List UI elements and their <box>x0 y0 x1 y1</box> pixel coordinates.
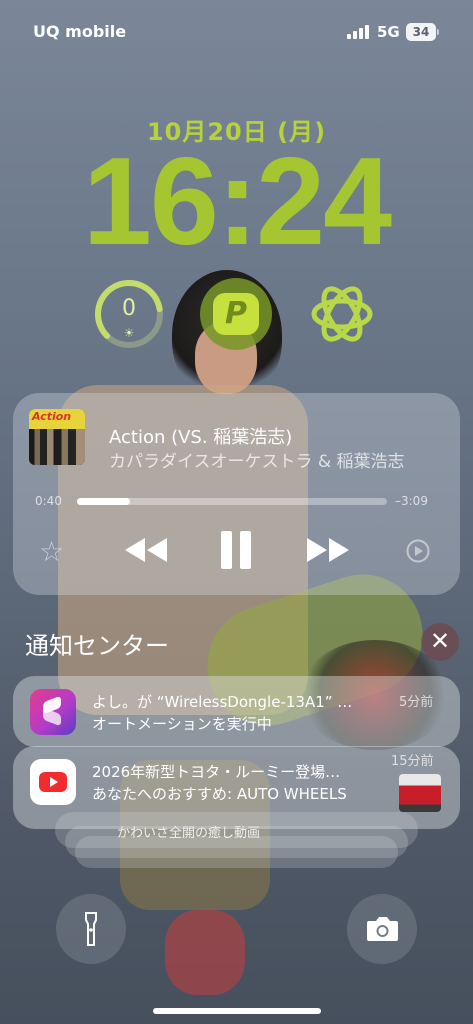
battery-icon: 34 <box>406 23 436 41</box>
playback-scrubber[interactable] <box>77 498 387 505</box>
rewind-icon[interactable] <box>123 535 169 565</box>
sun-icon: ☀ <box>123 326 135 340</box>
audio-output-icon[interactable] <box>405 538 431 564</box>
youtube-app-icon <box>30 759 76 805</box>
openai-logo-icon <box>311 286 373 342</box>
notification-title: よし。が “WirelessDongle-13A1” … <box>92 693 353 711</box>
paypay-icon: P <box>213 293 259 335</box>
remaining-time: –3:09 <box>395 494 428 508</box>
activity-ring-widget[interactable]: 0 ☀ <box>93 278 165 350</box>
chatgpt-widget[interactable] <box>306 278 378 350</box>
ring-value: 0 <box>122 296 136 321</box>
flashlight-icon <box>85 912 97 946</box>
notification-body: オートメーションを実行中 <box>92 715 272 733</box>
wallpaper-sneaker-2 <box>165 910 245 995</box>
camera-icon <box>367 917 398 941</box>
flashlight-button[interactable] <box>56 894 126 964</box>
album-art-title: Action <box>32 410 72 423</box>
playback-progress-fill <box>77 498 130 505</box>
notification-shortcuts[interactable]: よし。が “WirelessDongle-13A1” … オートメーションを実行… <box>13 676 460 747</box>
home-indicator[interactable] <box>153 1008 321 1014</box>
notification-body: あなたへのおすすめ: AUTO WHEELS <box>92 785 347 803</box>
lock-clock: 16:24 <box>82 133 392 271</box>
notification-time: 5分前 <box>399 695 434 710</box>
fast-forward-icon[interactable] <box>305 535 351 565</box>
close-icon[interactable]: ✕ <box>421 623 459 661</box>
album-art[interactable]: Action <box>29 409 85 465</box>
paypay-widget[interactable]: P <box>200 278 272 350</box>
now-playing-widget[interactable]: Action Action (VS. 稲葉浩志) カパラダイスオーケストラ & … <box>13 393 460 595</box>
shortcuts-app-icon <box>30 689 76 735</box>
favorite-star-icon[interactable]: ☆ <box>39 535 64 568</box>
signal-icon <box>347 25 369 39</box>
carrier-name: UQ mobile <box>33 22 127 41</box>
notification-time: 15分前 <box>391 754 434 769</box>
track-title: Action (VS. 稲葉浩志) <box>109 427 293 448</box>
camera-button[interactable] <box>347 894 417 964</box>
notification-youtube[interactable]: 2026年新型トヨタ・ルーミー登場… あなたへのおすすめ: AUTO WHEEL… <box>13 746 460 829</box>
elapsed-time: 0:40 <box>35 494 62 508</box>
notification-center-title: 通知センター <box>25 632 169 660</box>
pause-icon[interactable] <box>221 531 251 569</box>
battery-tip <box>437 29 439 35</box>
status-bar: UQ mobile 5G 34 <box>0 22 473 42</box>
notification-title: 2026年新型トヨタ・ルーミー登場… <box>92 763 341 781</box>
track-artist: カパラダイスオーケストラ & 稲葉浩志 <box>109 452 405 472</box>
network-type: 5G <box>377 23 400 41</box>
video-thumbnail <box>399 774 441 812</box>
